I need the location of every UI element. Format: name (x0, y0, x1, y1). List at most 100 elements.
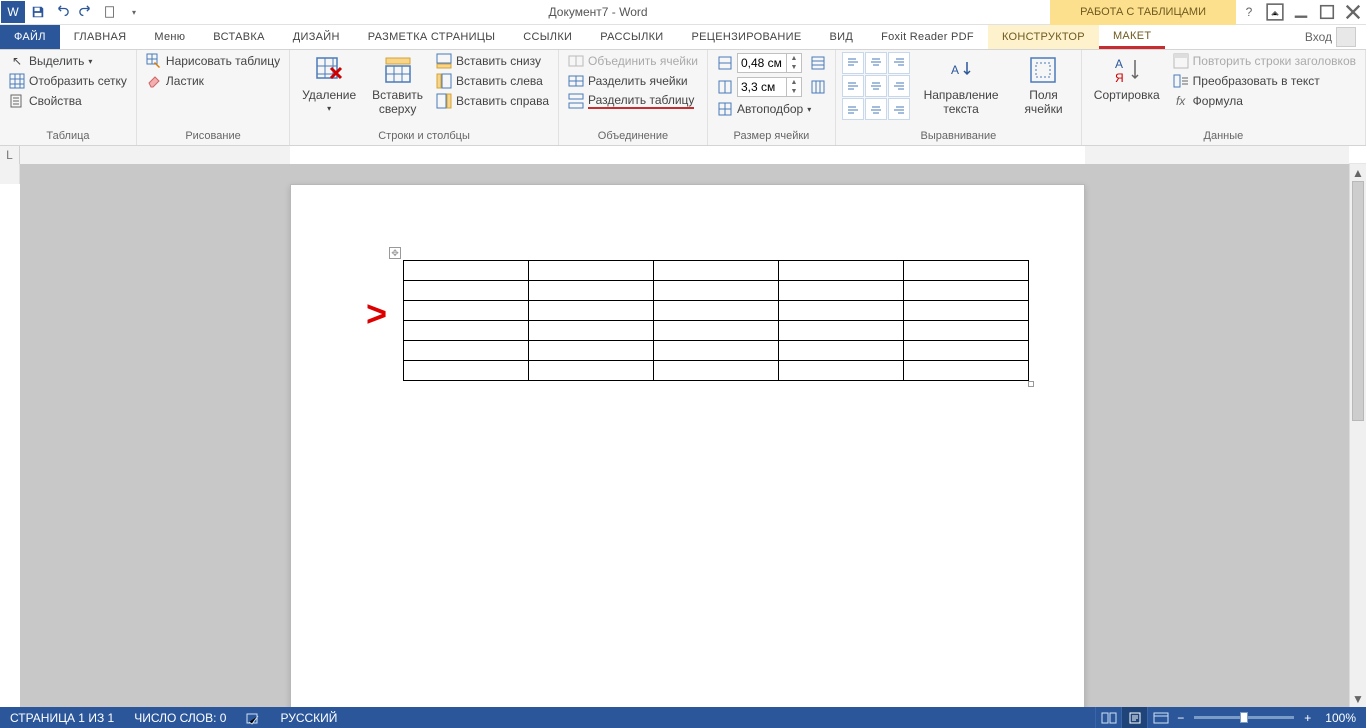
tab-table-design[interactable]: КОНСТРУКТОР (988, 25, 1099, 49)
formula-icon: fx (1173, 93, 1189, 109)
text-direction-icon: A (945, 54, 977, 86)
tab-insert[interactable]: ВСТАВКА (199, 25, 278, 49)
tab-mailings[interactable]: РАССЫЛКИ (586, 25, 677, 49)
formula-button[interactable]: fxФормула (1170, 92, 1359, 110)
status-language[interactable]: РУССКИЙ (270, 707, 347, 728)
sort-button[interactable]: АЯСортировка (1088, 52, 1166, 104)
select-button[interactable]: ↖Выделить ▾ (6, 52, 130, 70)
scroll-down[interactable]: ▼ (1350, 690, 1366, 707)
qat-more-button[interactable]: ▾ (123, 1, 145, 23)
convert-button[interactable]: Преобразовать в текст (1170, 72, 1359, 90)
delete-table-icon (313, 54, 345, 86)
view-read[interactable] (1095, 707, 1121, 728)
width-down[interactable]: ▼ (787, 87, 801, 96)
zoom-level[interactable]: 100% (1315, 707, 1366, 728)
tab-design[interactable]: ДИЗАЙН (279, 25, 354, 49)
group-rowcol-label: Строки и столбцы (296, 130, 552, 143)
tab-table-layout[interactable]: МАКЕТ (1099, 25, 1165, 49)
split-cells-button[interactable]: Разделить ячейки (565, 72, 701, 90)
tab-page-layout[interactable]: РАЗМЕТКА СТРАНИЦЫ (354, 25, 510, 49)
svg-text:Я: Я (1115, 71, 1124, 85)
insert-below-button[interactable]: Вставить снизу (433, 52, 552, 70)
insert-below-icon (436, 53, 452, 69)
height-down[interactable]: ▼ (787, 63, 801, 72)
svg-text:A: A (951, 63, 959, 77)
contextual-tab-title: РАБОТА С ТАБЛИЦАМИ (1050, 0, 1236, 25)
align-tc[interactable] (865, 52, 887, 74)
insert-above-button[interactable]: Вставить сверху (366, 52, 429, 118)
minimize-button[interactable] (1290, 1, 1312, 23)
view-web[interactable] (1147, 707, 1173, 728)
scroll-up[interactable]: ▲ (1350, 164, 1366, 181)
draw-table-button[interactable]: Нарисовать таблицу (143, 52, 283, 70)
width-icon (717, 79, 733, 95)
distribute-cols-icon[interactable] (810, 79, 826, 95)
document-area[interactable]: ✥ > (20, 164, 1349, 707)
table-move-handle[interactable]: ✥ (389, 247, 401, 259)
gridlines-button[interactable]: Отобразить сетку (6, 72, 130, 90)
group-data-label: Данные (1088, 130, 1359, 143)
align-br[interactable] (888, 98, 910, 120)
scroll-thumb[interactable] (1352, 181, 1364, 421)
vertical-ruler[interactable] (0, 164, 20, 707)
delete-button[interactable]: Удаление▾ (296, 52, 362, 115)
tab-file[interactable]: ФАЙЛ (0, 25, 60, 49)
zoom-out[interactable]: − (1173, 707, 1188, 728)
distribute-rows-icon[interactable] (810, 55, 826, 71)
merge-cells-button[interactable]: Объединить ячейки (565, 52, 701, 70)
status-page[interactable]: СТРАНИЦА 1 ИЗ 1 (0, 707, 124, 728)
tab-view[interactable]: ВИД (816, 25, 868, 49)
repeat-headers-icon (1173, 53, 1189, 69)
width-input[interactable] (738, 80, 786, 94)
eraser-button[interactable]: Ластик (143, 72, 283, 90)
ribbon-options-button[interactable] (1264, 1, 1286, 23)
height-input[interactable] (738, 56, 786, 70)
insert-right-button[interactable]: Вставить справа (433, 92, 552, 110)
help-button[interactable]: ? (1238, 1, 1260, 23)
login-link[interactable]: Вход (1295, 25, 1366, 49)
save-button[interactable] (27, 1, 49, 23)
undo-button[interactable] (51, 1, 73, 23)
zoom-slider[interactable] (1194, 716, 1294, 719)
redo-button[interactable] (75, 1, 97, 23)
autofit-icon (717, 101, 733, 117)
autofit-button[interactable]: Автоподбор ▾ (714, 100, 829, 118)
align-tr[interactable] (888, 52, 910, 74)
tab-home[interactable]: ГЛАВНАЯ (60, 25, 141, 49)
tab-references[interactable]: ССЫЛКИ (509, 25, 586, 49)
properties-button[interactable]: Свойства (6, 92, 130, 110)
view-print[interactable] (1121, 707, 1147, 728)
align-mr[interactable] (888, 75, 910, 97)
cell-margins-button[interactable]: Поля ячейки (1012, 52, 1075, 118)
split-table-button[interactable]: Разделить таблицу (565, 92, 701, 110)
zoom-in[interactable]: + (1300, 707, 1315, 728)
new-doc-button[interactable] (99, 1, 121, 23)
document-table[interactable] (403, 260, 1029, 381)
maximize-button[interactable] (1316, 1, 1338, 23)
tab-foxit[interactable]: Foxit Reader PDF (867, 25, 988, 49)
repeat-headers-button[interactable]: Повторить строки заголовков (1170, 52, 1359, 70)
group-merge-label: Объединение (565, 130, 701, 143)
align-mc[interactable] (865, 75, 887, 97)
horizontal-ruler[interactable]: L (0, 146, 1366, 164)
vertical-scrollbar[interactable]: ▲ ▼ (1349, 164, 1366, 707)
height-up[interactable]: ▲ (787, 54, 801, 63)
align-ml[interactable] (842, 75, 864, 97)
table-resize-handle[interactable] (1028, 381, 1034, 387)
insert-left-button[interactable]: Вставить слева (433, 72, 552, 90)
tab-menu[interactable]: Меню (140, 25, 199, 49)
align-tl[interactable] (842, 52, 864, 74)
ruler-corner[interactable]: L (0, 146, 20, 164)
svg-text:А: А (1115, 57, 1123, 71)
align-bc[interactable] (865, 98, 887, 120)
close-button[interactable] (1342, 1, 1364, 23)
status-proofing[interactable] (236, 707, 270, 728)
text-direction-button[interactable]: AНаправление текста (914, 52, 1008, 118)
col-width-field[interactable]: ▲▼ (714, 76, 829, 98)
row-height-field[interactable]: ▲▼ (714, 52, 829, 74)
align-bl[interactable] (842, 98, 864, 120)
status-words[interactable]: ЧИСЛО СЛОВ: 0 (124, 707, 236, 728)
tab-review[interactable]: РЕЦЕНЗИРОВАНИЕ (678, 25, 816, 49)
split-table-icon (568, 93, 584, 109)
width-up[interactable]: ▲ (787, 78, 801, 87)
